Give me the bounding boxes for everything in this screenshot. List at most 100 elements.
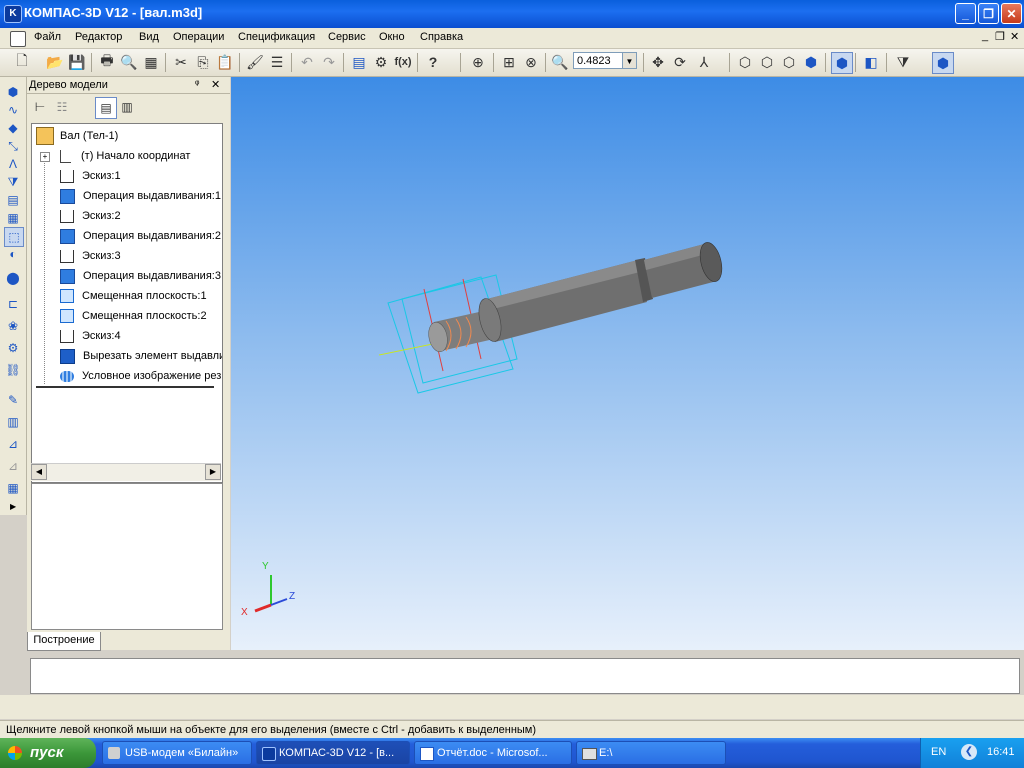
sketch-tools-icon[interactable]: Ʌ <box>4 155 22 173</box>
properties-panel[interactable] <box>30 658 1020 694</box>
taskbar-item-drive-e[interactable]: E:\ <box>576 741 726 765</box>
save-icon[interactable]: 💾 <box>67 52 87 72</box>
tree-item[interactable]: Эскиз:1 <box>60 166 121 186</box>
assembly-icon[interactable]: ◐ <box>4 245 22 263</box>
tab-build[interactable]: Построение <box>27 632 101 651</box>
orientation-icon[interactable]: ⅄ <box>694 52 714 72</box>
tree-item[interactable]: Эскиз:4 <box>60 326 121 346</box>
menu-service[interactable]: Сервис <box>328 31 366 43</box>
zoom-scale-icon[interactable]: ⊗ <box>521 52 541 72</box>
mdi-close-button[interactable]: ✕ <box>1010 30 1019 43</box>
scroll-right-icon[interactable]: ▶ <box>205 464 221 480</box>
manager-icon[interactable]: ▤ <box>349 52 369 72</box>
marks-icon[interactable]: ⊿ <box>4 435 22 453</box>
layout-icon[interactable]: ▦ <box>141 52 161 72</box>
rotate-icon[interactable]: ⟳ <box>670 52 690 72</box>
taskbar-item-usb-modem[interactable]: USB-модем «Билайн» <box>102 741 252 765</box>
undo-icon[interactable]: ↶ <box>297 52 317 72</box>
tree-structure-icon[interactable]: ⊢ <box>30 97 50 117</box>
menu-help[interactable]: Справка <box>420 31 463 43</box>
mdi-restore-button[interactable]: ❐ <box>995 30 1005 43</box>
tree-item[interactable]: Операция выдавливания:3 <box>60 266 221 286</box>
minimize-button[interactable]: _ <box>955 3 976 24</box>
dimension-icon[interactable]: ⊏ <box>4 295 22 313</box>
libraries-icon[interactable]: ⚙ <box>371 52 391 72</box>
surfaces-icon[interactable]: ◆ <box>4 119 22 137</box>
filter-icon[interactable]: ⧩ <box>893 52 913 72</box>
menu-editor[interactable]: Редактор <box>75 31 122 43</box>
open-folder-icon[interactable]: 📂 <box>45 52 65 72</box>
new-document-icon[interactable]: 🗋 <box>12 52 32 72</box>
print-preview-icon[interactable]: 🔍 <box>119 52 139 72</box>
settings-icon[interactable]: ⚙ <box>4 339 22 357</box>
chain-icon[interactable]: ⛓ <box>4 361 22 379</box>
zoom-scale-input[interactable]: 0.4823 <box>573 52 623 69</box>
tree-item[interactable]: (т) Начало координат <box>60 146 190 166</box>
filter-panel-icon[interactable]: ⧩ <box>4 173 22 191</box>
tree-root[interactable]: Вал (Тел-1) <box>36 126 118 146</box>
close-button[interactable]: ✕ <box>1001 3 1022 24</box>
tree-close-button[interactable]: ✕ <box>211 78 220 91</box>
shaded-edges-icon[interactable]: ⬢ <box>831 52 853 74</box>
table-icon[interactable]: ▦ <box>4 479 22 497</box>
sheet-metal-icon[interactable]: ⬤ <box>4 269 22 287</box>
tree-list-icon[interactable]: ▥ <box>117 97 137 117</box>
zoom-window-icon[interactable]: ⊞ <box>499 52 519 72</box>
pin-icon[interactable]: ᵠ <box>195 79 199 90</box>
3d-viewport[interactable]: Y X Z <box>231 77 1024 650</box>
copy-icon[interactable]: ⎘ <box>193 52 213 72</box>
paste-icon[interactable]: 📋 <box>215 52 235 72</box>
tray-expand-icon[interactable]: ❮ <box>961 744 977 760</box>
zoom-all-icon[interactable]: ⊕ <box>468 52 488 72</box>
menu-specification[interactable]: Спецификация <box>238 31 315 43</box>
geometry-icon[interactable]: ⬢ <box>4 83 22 101</box>
taskbar-item-word[interactable]: Отчёт.doc - Microsof... <box>414 741 572 765</box>
taskbar-item-kompas[interactable]: КОМПАС-3D V12 - [в... <box>256 741 410 765</box>
roughness-icon[interactable]: ⊿ <box>4 457 22 475</box>
tree-item[interactable]: Вырезать элемент выдавливания:1 <box>60 346 222 366</box>
document-menu-icon[interactable] <box>10 31 26 47</box>
spring-icon[interactable]: ❀ <box>4 317 22 335</box>
print-icon[interactable]: 🖶 <box>97 52 117 72</box>
context-help-icon[interactable]: ? <box>423 52 443 72</box>
tree-item[interactable]: Операция выдавливания:1 <box>60 186 221 206</box>
array-icon[interactable]: ▦ <box>4 209 22 227</box>
menu-operations[interactable]: Операции <box>173 31 224 43</box>
cut-icon[interactable]: ✂ <box>171 52 191 72</box>
menu-file[interactable]: Файл <box>34 31 61 43</box>
spec-icon[interactable]: ✎ <box>4 391 22 409</box>
hidden-thin-icon[interactable]: ⬡ <box>779 52 799 72</box>
properties-icon[interactable]: ☰ <box>267 52 287 72</box>
tree-item[interactable]: Эскиз:3 <box>60 246 121 266</box>
menu-view[interactable]: Вид <box>139 31 159 43</box>
variables-icon[interactable]: f(x) <box>393 52 413 72</box>
zoom-icon[interactable]: 🔍 <box>550 52 570 72</box>
clock[interactable]: 16:41 <box>987 746 1015 758</box>
tree-item[interactable]: Смещенная плоскость:2 <box>60 306 207 326</box>
panel-expand-icon[interactable]: ▶ <box>10 502 16 511</box>
expand-plus-icon[interactable]: + <box>40 152 50 162</box>
pan-icon[interactable]: ✥ <box>648 52 668 72</box>
tree-order-icon[interactable]: ☷ <box>52 97 72 117</box>
format-brush-icon[interactable]: 🖌 <box>245 52 265 72</box>
select-mode-icon[interactable]: ⬢ <box>932 52 954 74</box>
tree-item[interactable]: Операция выдавливания:2 <box>60 226 221 246</box>
aux-geometry-icon[interactable]: ⤡ <box>4 137 22 155</box>
tree-view-icon[interactable]: ▤ <box>95 97 117 119</box>
tree-item[interactable]: Эскиз:2 <box>60 206 121 226</box>
maximize-button[interactable]: ❐ <box>978 3 999 24</box>
measure-icon[interactable]: ▤ <box>4 191 22 209</box>
title-bar[interactable]: K КОМПАС-3D V12 - [вал.m3d] _ ❐ ✕ <box>0 0 1024 28</box>
mdi-minimize-button[interactable]: _ <box>982 30 988 42</box>
redo-icon[interactable]: ↷ <box>319 52 339 72</box>
shaded-icon[interactable]: ⬢ <box>801 52 821 72</box>
editing-icon[interactable]: ⬚ <box>4 227 24 247</box>
wireframe-icon[interactable]: ⬡ <box>735 52 755 72</box>
tree-view[interactable]: Вал (Тел-1) + (т) Начало координат Эскиз… <box>31 123 223 483</box>
curves-icon[interactable]: ∿ <box>4 101 22 119</box>
report-icon[interactable]: ▥ <box>4 413 22 431</box>
chevron-down-icon[interactable]: ▼ <box>623 52 637 69</box>
scroll-left-icon[interactable]: ◀ <box>31 464 47 480</box>
menu-window[interactable]: Окно <box>379 31 405 43</box>
perspective-icon[interactable]: ◧ <box>861 52 881 72</box>
